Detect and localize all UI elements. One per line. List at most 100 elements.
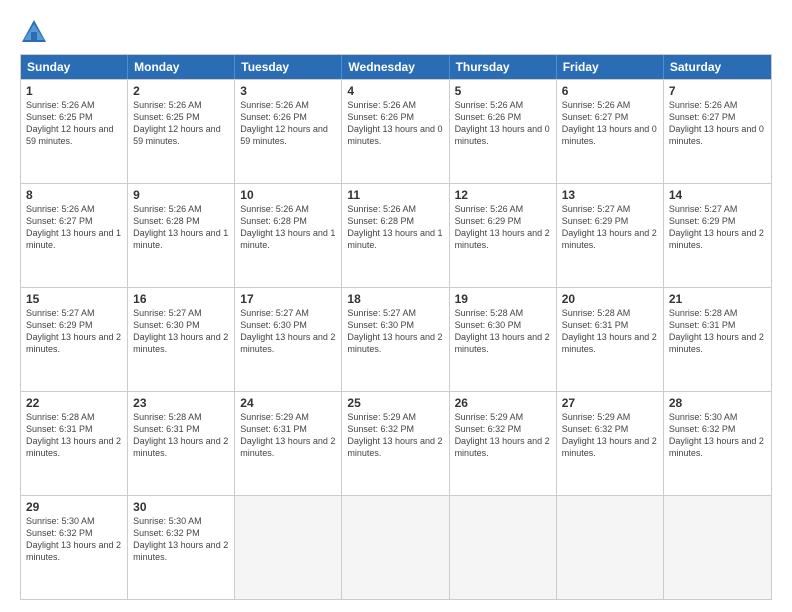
- calendar: SundayMondayTuesdayWednesdayThursdayFrid…: [20, 54, 772, 600]
- calendar-header: SundayMondayTuesdayWednesdayThursdayFrid…: [21, 55, 771, 79]
- calendar-header-cell: Wednesday: [342, 55, 449, 79]
- day-number: 7: [669, 84, 766, 98]
- page: SundayMondayTuesdayWednesdayThursdayFrid…: [0, 0, 792, 612]
- day-number: 24: [240, 396, 336, 410]
- calendar-header-cell: Thursday: [450, 55, 557, 79]
- calendar-cell: [557, 496, 664, 599]
- day-info: Sunrise: 5:28 AMSunset: 6:30 PMDaylight …: [455, 308, 550, 354]
- calendar-cell: [235, 496, 342, 599]
- day-number: 15: [26, 292, 122, 306]
- day-info: Sunrise: 5:26 AMSunset: 6:25 PMDaylight …: [26, 100, 114, 146]
- day-number: 27: [562, 396, 658, 410]
- day-number: 23: [133, 396, 229, 410]
- day-info: Sunrise: 5:26 AMSunset: 6:28 PMDaylight …: [133, 204, 228, 250]
- calendar-cell: 22Sunrise: 5:28 AMSunset: 6:31 PMDayligh…: [21, 392, 128, 495]
- calendar-cell: 9 Sunrise: 5:26 AMSunset: 6:28 PMDaylight…: [128, 184, 235, 287]
- calendar-cell: 10 Sunrise: 5:26 AMSunset: 6:28 PMDayligh…: [235, 184, 342, 287]
- day-info: Sunrise: 5:28 AMSunset: 6:31 PMDaylight …: [562, 308, 657, 354]
- calendar-cell: 23Sunrise: 5:28 AMSunset: 6:31 PMDayligh…: [128, 392, 235, 495]
- calendar-cell: 2Sunrise: 5:26 AMSunset: 6:25 PMDaylight…: [128, 80, 235, 183]
- day-number: 8: [26, 188, 122, 202]
- day-number: 13: [562, 188, 658, 202]
- calendar-cell: 24 Sunrise: 5:29 AMSunset: 6:31 PMDayligh…: [235, 392, 342, 495]
- calendar-body: 1 Sunrise: 5:26 AMSunset: 6:25 PMDaylight…: [21, 79, 771, 599]
- calendar-row: 22Sunrise: 5:28 AMSunset: 6:31 PMDayligh…: [21, 391, 771, 495]
- day-number: 26: [455, 396, 551, 410]
- day-info: Sunrise: 5:26 AMSunset: 6:27 PMDaylight …: [669, 100, 764, 146]
- calendar-cell: 3 Sunrise: 5:26 AMSunset: 6:26 PMDaylight…: [235, 80, 342, 183]
- day-info: Sunrise: 5:30 AMSunset: 6:32 PMDaylight …: [133, 516, 228, 562]
- day-number: 14: [669, 188, 766, 202]
- day-info: Sunrise: 5:27 AMSunset: 6:30 PMDaylight …: [133, 308, 228, 354]
- calendar-row: 15 Sunrise: 5:27 AMSunset: 6:29 PMDayligh…: [21, 287, 771, 391]
- calendar-header-cell: Monday: [128, 55, 235, 79]
- day-number: 17: [240, 292, 336, 306]
- day-number: 20: [562, 292, 658, 306]
- calendar-cell: 6Sunrise: 5:26 AMSunset: 6:27 PMDaylight…: [557, 80, 664, 183]
- calendar-cell: 25Sunrise: 5:29 AMSunset: 6:32 PMDayligh…: [342, 392, 449, 495]
- day-number: 19: [455, 292, 551, 306]
- calendar-cell: 30 Sunrise: 5:30 AMSunset: 6:32 PMDayligh…: [128, 496, 235, 599]
- calendar-cell: 15 Sunrise: 5:27 AMSunset: 6:29 PMDayligh…: [21, 288, 128, 391]
- day-number: 5: [455, 84, 551, 98]
- calendar-row: 29 Sunrise: 5:30 AMSunset: 6:32 PMDayligh…: [21, 495, 771, 599]
- calendar-cell: [450, 496, 557, 599]
- day-number: 21: [669, 292, 766, 306]
- calendar-header-cell: Friday: [557, 55, 664, 79]
- day-info: Sunrise: 5:29 AMSunset: 6:31 PMDaylight …: [240, 412, 335, 458]
- calendar-cell: 29 Sunrise: 5:30 AMSunset: 6:32 PMDayligh…: [21, 496, 128, 599]
- day-info: Sunrise: 5:29 AMSunset: 6:32 PMDaylight …: [455, 412, 550, 458]
- day-number: 12: [455, 188, 551, 202]
- calendar-cell: 20 Sunrise: 5:28 AMSunset: 6:31 PMDayligh…: [557, 288, 664, 391]
- calendar-cell: 14 Sunrise: 5:27 AMSunset: 6:29 PMDayligh…: [664, 184, 771, 287]
- day-number: 11: [347, 188, 443, 202]
- day-info: Sunrise: 5:27 AMSunset: 6:30 PMDaylight …: [240, 308, 335, 354]
- calendar-cell: 16 Sunrise: 5:27 AMSunset: 6:30 PMDayligh…: [128, 288, 235, 391]
- day-info: Sunrise: 5:30 AMSunset: 6:32 PMDaylight …: [669, 412, 764, 458]
- calendar-cell: 4 Sunrise: 5:26 AMSunset: 6:26 PMDaylight…: [342, 80, 449, 183]
- logo-icon: [20, 18, 48, 46]
- day-number: 18: [347, 292, 443, 306]
- day-number: 3: [240, 84, 336, 98]
- day-info: Sunrise: 5:26 AMSunset: 6:29 PMDaylight …: [455, 204, 550, 250]
- day-number: 2: [133, 84, 229, 98]
- calendar-cell: 5 Sunrise: 5:26 AMSunset: 6:26 PMDaylight…: [450, 80, 557, 183]
- day-info: Sunrise: 5:28 AMSunset: 6:31 PMDaylight …: [669, 308, 764, 354]
- calendar-cell: 8Sunrise: 5:26 AMSunset: 6:27 PMDaylight…: [21, 184, 128, 287]
- calendar-row: 1 Sunrise: 5:26 AMSunset: 6:25 PMDaylight…: [21, 79, 771, 183]
- calendar-header-cell: Tuesday: [235, 55, 342, 79]
- day-info: Sunrise: 5:29 AMSunset: 6:32 PMDaylight …: [562, 412, 657, 458]
- day-info: Sunrise: 5:26 AMSunset: 6:26 PMDaylight …: [455, 100, 550, 146]
- calendar-cell: 18 Sunrise: 5:27 AMSunset: 6:30 PMDayligh…: [342, 288, 449, 391]
- day-info: Sunrise: 5:26 AMSunset: 6:26 PMDaylight …: [240, 100, 328, 146]
- calendar-cell: 17 Sunrise: 5:27 AMSunset: 6:30 PMDayligh…: [235, 288, 342, 391]
- calendar-row: 8Sunrise: 5:26 AMSunset: 6:27 PMDaylight…: [21, 183, 771, 287]
- day-number: 29: [26, 500, 122, 514]
- day-number: 25: [347, 396, 443, 410]
- day-info: Sunrise: 5:30 AMSunset: 6:32 PMDaylight …: [26, 516, 121, 562]
- calendar-cell: 28Sunrise: 5:30 AMSunset: 6:32 PMDayligh…: [664, 392, 771, 495]
- day-info: Sunrise: 5:28 AMSunset: 6:31 PMDaylight …: [26, 412, 121, 458]
- calendar-cell: [664, 496, 771, 599]
- calendar-cell: 12 Sunrise: 5:26 AMSunset: 6:29 PMDayligh…: [450, 184, 557, 287]
- day-number: 16: [133, 292, 229, 306]
- calendar-header-cell: Saturday: [664, 55, 771, 79]
- day-info: Sunrise: 5:27 AMSunset: 6:29 PMDaylight …: [669, 204, 764, 250]
- day-number: 6: [562, 84, 658, 98]
- day-info: Sunrise: 5:27 AMSunset: 6:29 PMDaylight …: [562, 204, 657, 250]
- logo: [20, 18, 52, 46]
- day-info: Sunrise: 5:26 AMSunset: 6:28 PMDaylight …: [240, 204, 335, 250]
- day-info: Sunrise: 5:26 AMSunset: 6:28 PMDaylight …: [347, 204, 442, 250]
- day-info: Sunrise: 5:26 AMSunset: 6:26 PMDaylight …: [347, 100, 442, 146]
- day-number: 4: [347, 84, 443, 98]
- day-number: 30: [133, 500, 229, 514]
- header: [20, 18, 772, 46]
- day-number: 10: [240, 188, 336, 202]
- day-info: Sunrise: 5:27 AMSunset: 6:29 PMDaylight …: [26, 308, 121, 354]
- day-number: 9: [133, 188, 229, 202]
- day-number: 1: [26, 84, 122, 98]
- day-info: Sunrise: 5:27 AMSunset: 6:30 PMDaylight …: [347, 308, 442, 354]
- calendar-cell: 19 Sunrise: 5:28 AMSunset: 6:30 PMDayligh…: [450, 288, 557, 391]
- calendar-cell: 21 Sunrise: 5:28 AMSunset: 6:31 PMDayligh…: [664, 288, 771, 391]
- calendar-cell: 26 Sunrise: 5:29 AMSunset: 6:32 PMDayligh…: [450, 392, 557, 495]
